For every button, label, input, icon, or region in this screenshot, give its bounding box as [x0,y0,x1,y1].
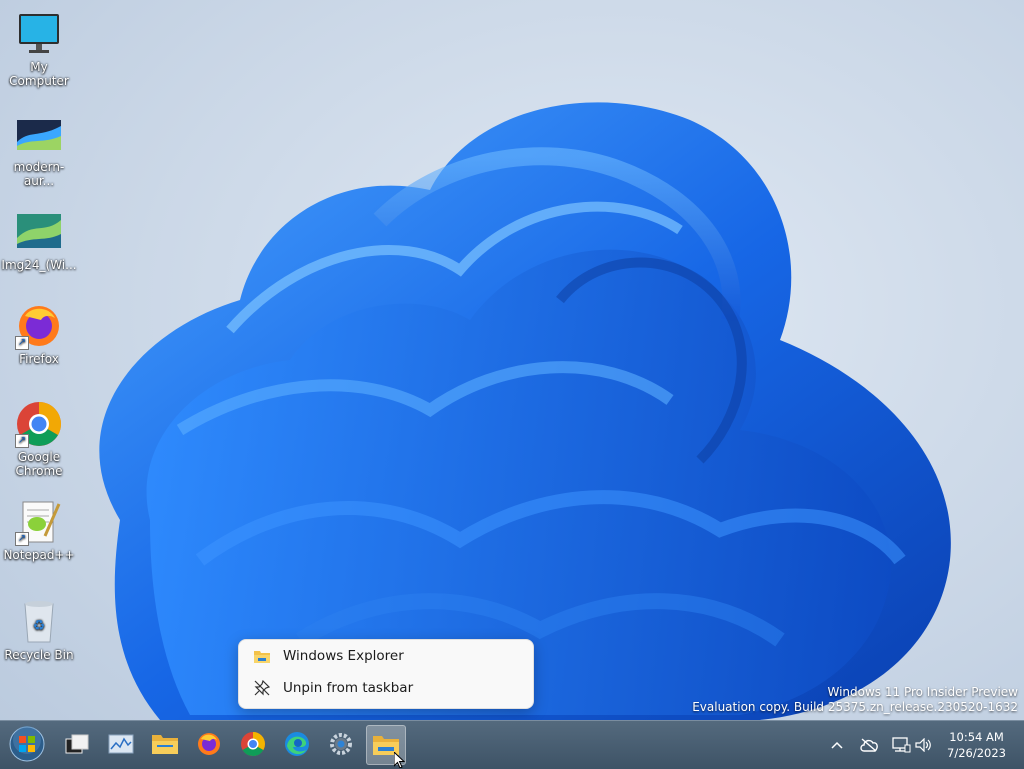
image-thumbnail-icon [15,110,63,158]
taskbar-file-explorer[interactable] [146,725,184,763]
edge-icon [285,732,309,756]
shortcut-arrow-icon: ↗ [15,532,29,546]
taskbar-firefox[interactable] [190,725,228,763]
taskbar-settings[interactable] [322,725,360,763]
desktop-icon-label: Firefox [19,352,59,366]
desktop-icon-my-computer[interactable]: My Computer [0,10,78,88]
desktop-icon-google-chrome[interactable]: ↗ Google Chrome [0,400,78,478]
evaluation-watermark: Windows 11 Pro Insider Preview Evaluatio… [692,685,1018,715]
network-icon [892,737,911,753]
folder-icon [253,647,271,665]
settings-icon [330,733,352,755]
taskbar-chrome[interactable] [234,725,272,763]
chrome-icon: ↗ [15,400,63,448]
image-thumbnail-icon [15,208,63,256]
desktop-icon-label: Img24_(Wi... [1,258,77,272]
firefox-icon [198,733,220,755]
desktop-icon-firefox[interactable]: ↗ Firefox [0,302,78,366]
watermark-line-1: Windows 11 Pro Insider Preview [827,685,1018,699]
cloud-offline-icon [860,738,878,752]
desktop-icon-notepad-plus-plus[interactable]: ↗ Notepad++ [0,498,78,562]
show-hidden-icons-button[interactable] [826,721,848,769]
task-view-button[interactable] [58,725,96,763]
start-button[interactable] [6,725,48,763]
mouse-cursor-icon [394,752,406,768]
jump-list-item-windows-explorer[interactable]: Windows Explorer [239,640,533,672]
file-explorer-icon [152,735,178,754]
recycle-bin-icon: ♻ [15,598,63,646]
firefox-icon: ↗ [15,302,63,350]
monitor-icon [15,10,63,58]
clock-date: 7/26/2023 [947,746,1006,760]
desktop-icon-recycle-bin[interactable]: ♻ Recycle Bin [0,598,78,662]
start-orb-icon [9,726,45,762]
taskbar-jump-list: Windows Explorer Unpin from taskbar [238,639,534,709]
task-view-icon [65,734,89,754]
notepad-plus-plus-icon: ↗ [15,498,63,546]
desktop-icon-label: modern-aur... [13,160,65,188]
speaker-icon [915,738,931,752]
desktop-icon-label: My Computer [9,60,69,88]
onedrive-tray-button[interactable] [856,721,882,769]
taskbar-edge[interactable] [278,725,316,763]
shortcut-arrow-icon: ↗ [15,336,29,350]
volume-tray-button[interactable] [912,721,936,769]
clock-time: 10:54 AM [949,730,1004,744]
desktop-icon-label: Google Chrome [15,450,63,478]
taskbar-task-manager[interactable] [102,725,140,763]
chevron-up-icon [831,741,843,749]
jump-list-item-label: Unpin from taskbar [283,680,414,696]
jump-list-item-unpin[interactable]: Unpin from taskbar [239,672,533,704]
desktop-icon-label: Notepad++ [3,548,75,562]
taskbar-clock[interactable]: 10:54 AM 7/26/2023 [947,729,1006,761]
unpin-icon [253,679,271,697]
chrome-icon [241,732,265,757]
desktop-icon-label: Recycle Bin [4,648,74,662]
desktop-wallpaper [99,102,951,720]
svg-text:♻: ♻ [33,618,46,634]
task-manager-icon [108,734,134,754]
desktop-icon-modern-aurora[interactable]: modern-aur... [0,110,78,188]
jump-list-item-label: Windows Explorer [283,648,404,664]
taskbar: 10:54 AM 7/26/2023 [0,720,1024,769]
network-tray-button[interactable] [888,721,914,769]
watermark-line-2: Evaluation copy. Build 25375.zn_release.… [692,700,1018,714]
desktop-icon-img24[interactable]: Img24_(Wi... [0,208,78,272]
shortcut-arrow-icon: ↗ [15,434,29,448]
